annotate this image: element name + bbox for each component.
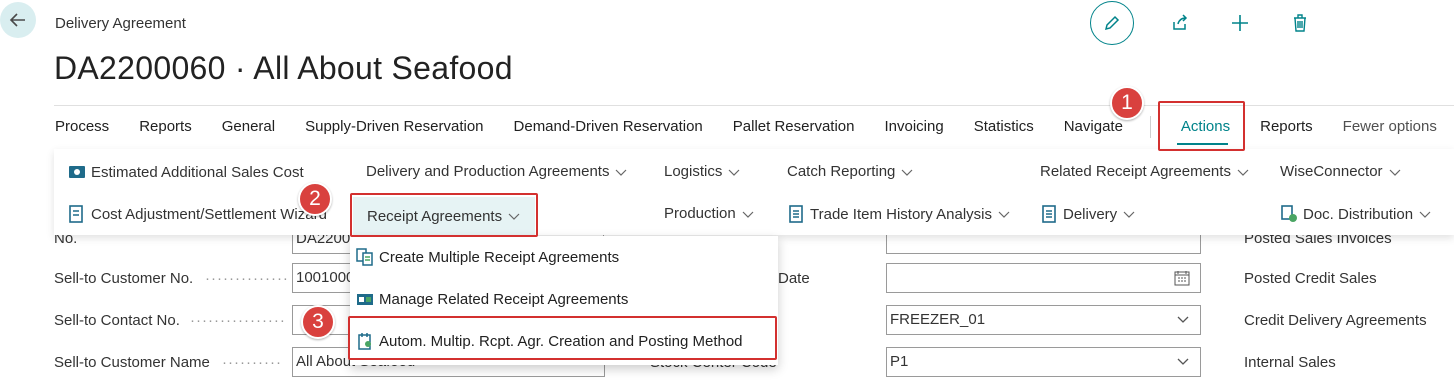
label-dots: ·············· — [205, 270, 289, 287]
stock-center-code-field[interactable]: P1 — [886, 347, 1201, 377]
tab-general[interactable]: General — [222, 118, 275, 138]
tab-pallet-reservation[interactable]: Pallet Reservation — [733, 118, 855, 138]
delivery-menu[interactable]: Delivery — [1040, 205, 1136, 223]
chevron-down-icon — [998, 211, 1010, 218]
tab-invoicing[interactable]: Invoicing — [885, 118, 944, 138]
delivery-and-production-agreements-menu[interactable]: Delivery and Production Agreements — [366, 163, 628, 180]
plus-icon — [1232, 15, 1248, 31]
header-actions — [1090, 0, 1314, 46]
wiseconnector-menu[interactable]: WiseConnector — [1280, 163, 1402, 180]
estimated-additional-sales-cost-action[interactable]: Estimated Additional Sales Cost — [68, 163, 304, 181]
wizard-icon — [69, 205, 83, 223]
document-icon — [789, 205, 803, 223]
tab-reports-promoted[interactable]: Reports — [1260, 118, 1313, 138]
link-posted-credit-sales[interactable]: Posted Credit Sales — [1244, 270, 1377, 287]
label-sell-to-customer-name: Sell-to Customer Name — [54, 354, 210, 371]
chevron-down-icon — [1419, 211, 1431, 218]
calendar-icon[interactable] — [1174, 270, 1190, 286]
actions-menu-panel: Estimated Additional Sales Cost Cost Adj… — [54, 149, 1454, 235]
active-tab-indicator — [1177, 143, 1228, 145]
fewer-options-button[interactable]: Fewer options — [1343, 118, 1437, 138]
tab-navigate[interactable]: Navigate — [1064, 118, 1123, 138]
chevron-down-icon — [728, 169, 740, 176]
logistics-menu[interactable]: Logistics — [664, 163, 741, 180]
annotation-badge-2: 2 — [298, 182, 332, 216]
distribution-icon — [1281, 205, 1297, 222]
chevron-down-icon — [1123, 211, 1135, 218]
new-button[interactable] — [1226, 9, 1254, 37]
document-icon — [1042, 205, 1056, 223]
chevron-down-icon — [901, 169, 913, 176]
trade-item-history-analysis-menu[interactable]: Trade Item History Analysis — [787, 205, 1011, 223]
tab-actions[interactable]: Actions — [1181, 118, 1230, 138]
back-arrow-icon — [9, 13, 25, 27]
link-internal-sales[interactable]: Internal Sales — [1244, 354, 1336, 371]
label-sell-to-contact-no: Sell-to Contact No. — [54, 312, 180, 329]
production-menu[interactable]: Production — [664, 205, 755, 222]
annotation-badge-3: 3 — [301, 305, 335, 339]
edit-button[interactable] — [1090, 1, 1134, 45]
date-field[interactable] — [886, 263, 1201, 293]
automation-icon — [358, 333, 371, 350]
annotation-badge-1: 1 — [1110, 86, 1144, 120]
back-button[interactable] — [0, 2, 36, 38]
create-multiple-icon — [356, 248, 373, 266]
manage-related-receipt-agreements-item[interactable]: Manage Related Receipt Agreements — [356, 290, 628, 308]
catch-reporting-menu[interactable]: Catch Reporting — [787, 163, 914, 180]
chevron-down-icon — [742, 211, 754, 218]
share-button[interactable] — [1166, 9, 1194, 37]
tab-statistics[interactable]: Statistics — [974, 118, 1034, 138]
cost-icon — [69, 166, 85, 178]
receipt-agreements-dropdown: Create Multiple Receipt Agreements Manag… — [350, 236, 778, 365]
edit-icon — [1104, 15, 1120, 31]
chevron-down-icon — [1177, 358, 1189, 365]
tab-process[interactable]: Process — [55, 118, 109, 138]
action-tab-bar: Process Reports General Supply-Driven Re… — [55, 116, 1454, 138]
delete-button[interactable] — [1286, 9, 1314, 37]
chevron-down-icon — [1389, 169, 1400, 176]
manage-icon — [357, 294, 373, 305]
label-sell-to-customer-no: Sell-to Customer No. — [54, 270, 194, 287]
receipt-agreements-menu[interactable]: Receipt Agreements — [353, 197, 536, 235]
doc-distribution-menu[interactable]: Doc. Distribution — [1280, 205, 1432, 223]
trash-icon — [1294, 14, 1306, 32]
autom-multip-rcpt-agr-creation-posting-method-item[interactable]: Autom. Multip. Rcpt. Agr. Creation and P… — [356, 332, 743, 350]
chevron-down-icon — [1177, 316, 1189, 323]
tab-supply-driven-reservation[interactable]: Supply-Driven Reservation — [305, 118, 483, 138]
breadcrumb: Delivery Agreement — [55, 15, 186, 32]
chevron-down-icon — [1237, 169, 1249, 176]
share-icon — [1173, 14, 1188, 30]
page-title: DA2200060 · All About Seafood — [54, 50, 513, 86]
link-credit-delivery-agreements[interactable]: Credit Delivery Agreements — [1244, 312, 1427, 329]
label-dots: ·········· — [222, 354, 282, 371]
location-code-field[interactable]: FREEZER_01 — [886, 305, 1201, 335]
sell-to-customer-no-field[interactable]: 1001000 — [292, 263, 352, 293]
tab-separator — [1149, 116, 1151, 138]
chevron-down-icon — [616, 169, 627, 176]
related-receipt-agreements-menu[interactable]: Related Receipt Agreements — [1040, 163, 1250, 180]
create-multiple-receipt-agreements-item[interactable]: Create Multiple Receipt Agreements — [356, 248, 619, 266]
header-divider — [54, 105, 1454, 106]
label-dots: ················ — [190, 312, 286, 329]
chevron-down-icon — [508, 213, 520, 220]
cost-adjustment-settlement-wizard-action[interactable]: Cost Adjustment/Settlement Wizard — [68, 205, 327, 223]
tab-reports[interactable]: Reports — [139, 118, 192, 138]
label-date: Date — [778, 270, 810, 287]
tab-demand-driven-reservation[interactable]: Demand-Driven Reservation — [514, 118, 703, 138]
